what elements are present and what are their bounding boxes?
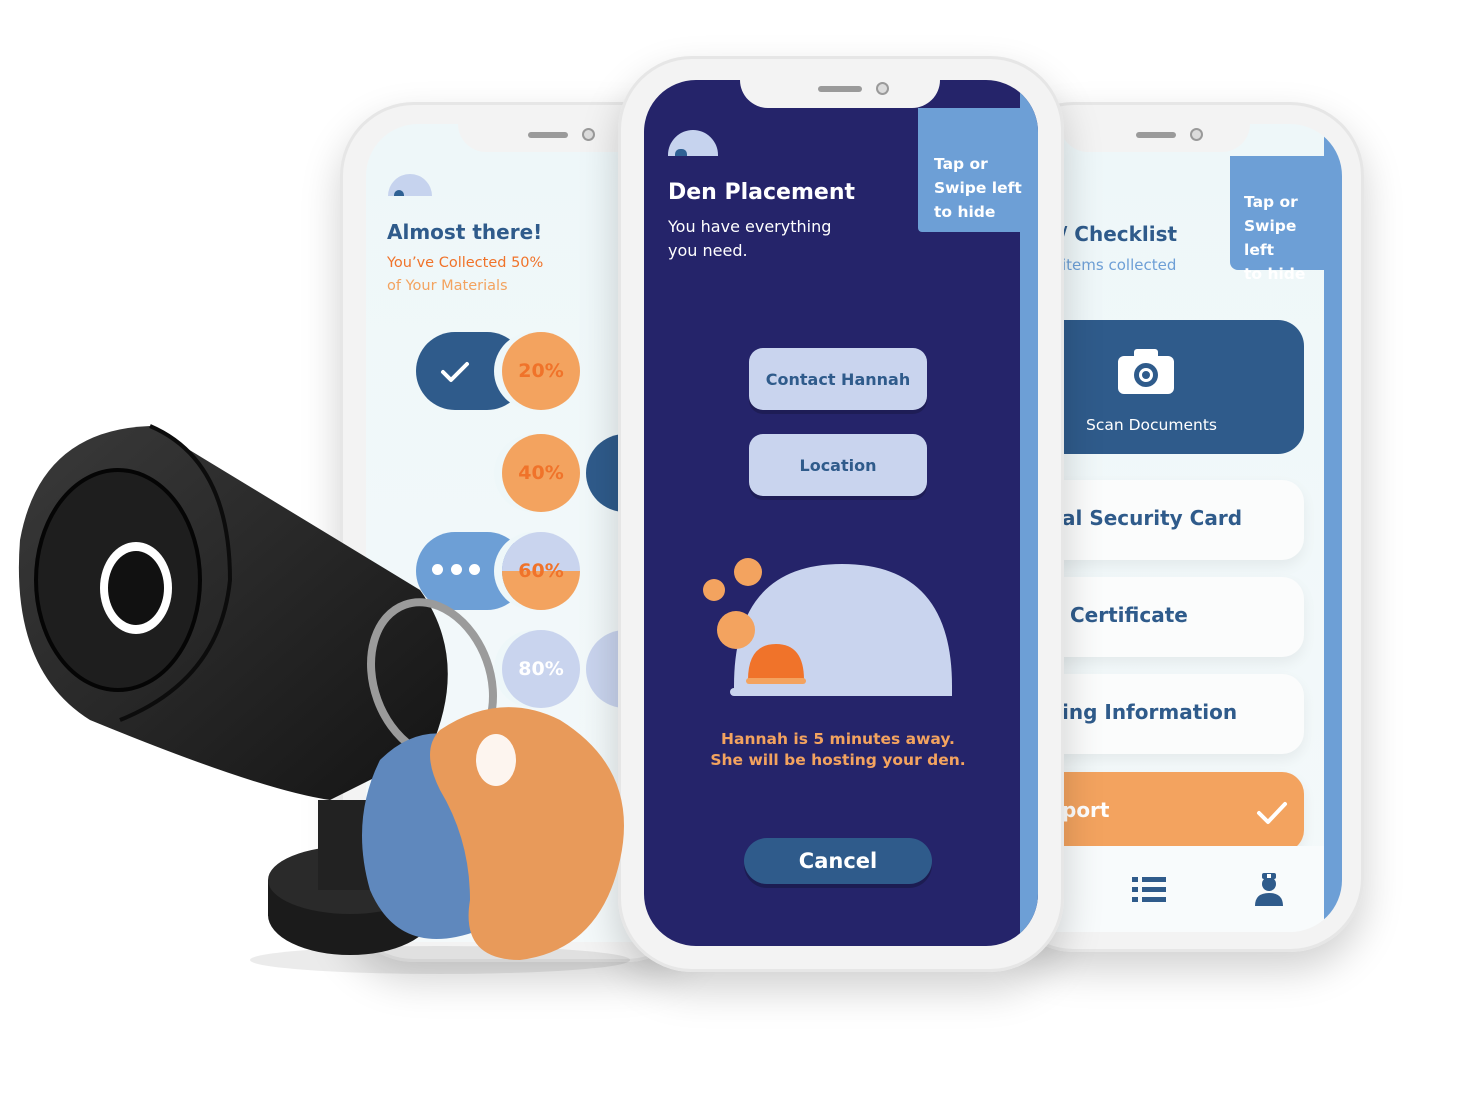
front-camera-icon (1190, 128, 1203, 141)
den-illustration (703, 558, 952, 696)
page-title: Almost there! (387, 220, 543, 244)
step-20-circle[interactable]: 20% (502, 332, 580, 410)
hint-edge-strip (1324, 124, 1342, 932)
progress-subtitle-line2: of Your Materials (387, 278, 508, 294)
hint-line: to hide (1244, 265, 1306, 283)
list-icon[interactable] (1132, 876, 1166, 904)
hint-line: Swipe left (1244, 217, 1297, 259)
center-phone: Tap or Swipe left to hide Den Placement … (618, 56, 1064, 972)
doctor-icon[interactable] (1254, 872, 1284, 906)
hint-line: Tap or (1244, 193, 1298, 211)
camera-icon (1118, 349, 1174, 394)
host-status-line2: She will be hosting your den. (710, 751, 966, 769)
page-subtitle-line2: you need. (668, 241, 748, 260)
page-subtitle: You have everything (668, 217, 832, 236)
items-collected-subtitle: items collected (1062, 256, 1177, 274)
den-dome-icon (388, 174, 432, 196)
security-camera-and-keyfobs-illustration (18, 424, 630, 974)
checkmark-icon (441, 362, 469, 382)
checkmark-icon (1257, 802, 1287, 824)
speaker-icon (528, 132, 568, 138)
front-camera-icon (582, 128, 595, 141)
scan-documents-label: Scan Documents (1086, 416, 1217, 434)
tap-to-hide-hint[interactable]: Tap or Swipe left to hide (918, 108, 1022, 232)
tap-to-hide-hint[interactable]: Tap or Swipe left to hide (1230, 156, 1326, 283)
title-text: Checklist (1074, 222, 1178, 246)
center-phone-screen: Tap or Swipe left to hide Den Placement … (644, 80, 1038, 946)
checklist-item-label: al Security Card (1062, 506, 1243, 530)
hint-line: Swipe left (934, 179, 1022, 197)
checklist-item-label: port (1062, 798, 1110, 822)
checklist-item-label: ing Information (1062, 700, 1238, 724)
den-dome-icon (668, 130, 718, 156)
front-camera-icon (876, 82, 889, 95)
hint-line: Tap or (934, 155, 988, 173)
speaker-icon (1136, 132, 1176, 138)
host-status-line1: Hannah is 5 minutes away. (721, 730, 955, 748)
page-title: Den Placement (668, 180, 855, 205)
hint-line: to hide (934, 203, 996, 221)
progress-subtitle: You’ve Collected 50% (387, 255, 544, 271)
phone-notch (740, 80, 940, 108)
cancel-button[interactable]: Cancel (744, 838, 932, 884)
checklist-item-label: Certificate (1070, 603, 1188, 627)
contact-hannah-button[interactable]: Contact Hannah (749, 348, 927, 410)
speaker-icon (818, 86, 862, 92)
hint-edge-strip (1020, 80, 1038, 946)
location-button[interactable]: Location (749, 434, 927, 496)
page-title: / Checklist (1060, 222, 1178, 246)
phone-notch (1060, 124, 1250, 152)
